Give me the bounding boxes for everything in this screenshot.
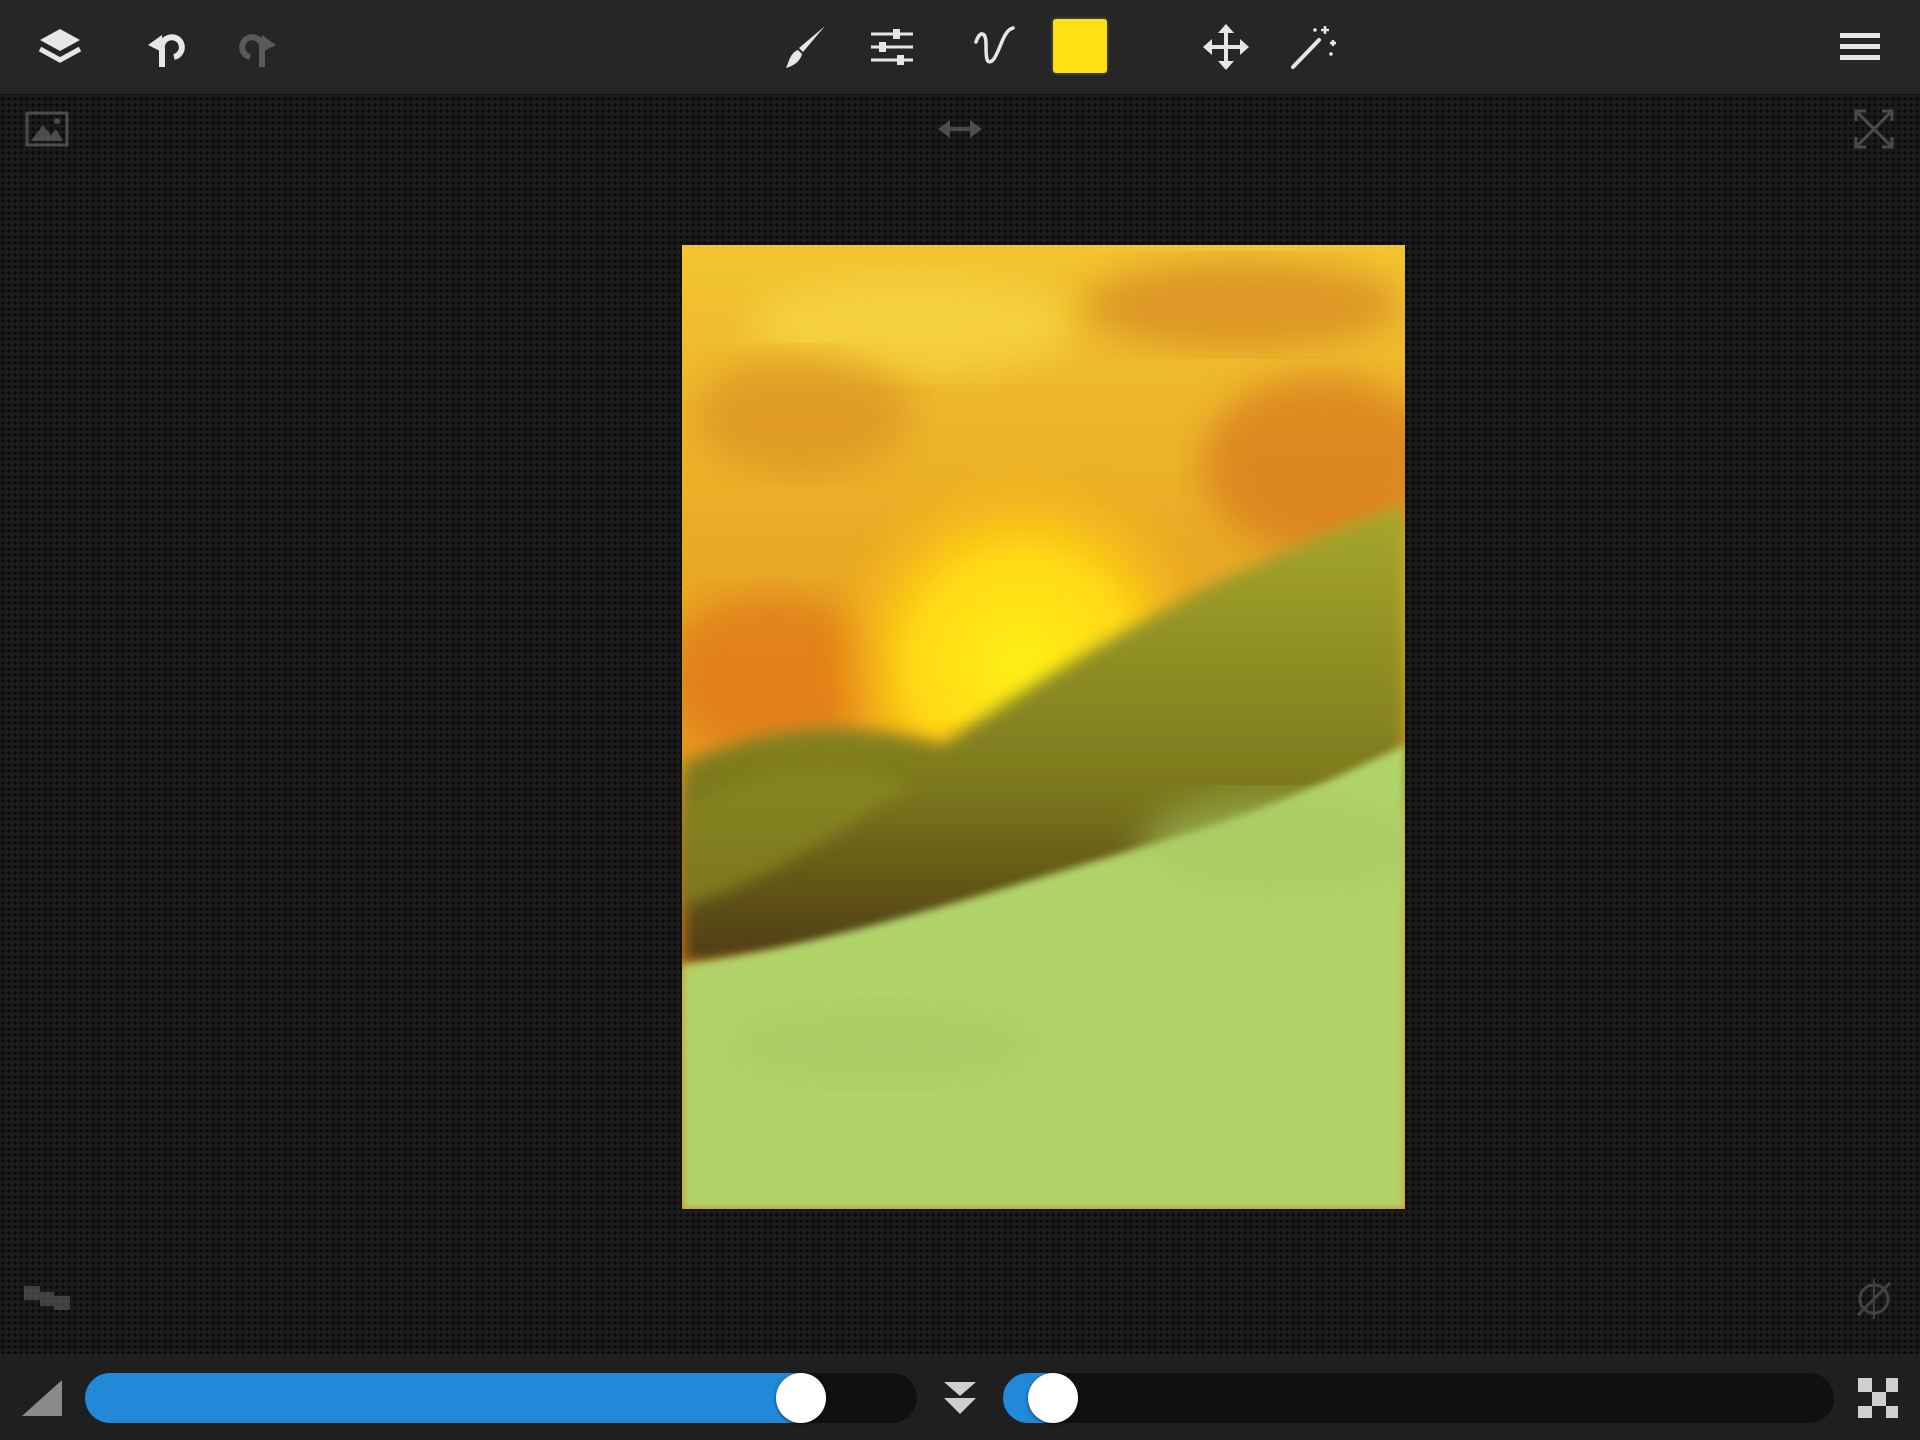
flip-horizontal-button[interactable] — [934, 107, 986, 151]
top-toolbar — [0, 0, 1920, 95]
brush-button[interactable] — [776, 17, 836, 77]
brush-size-slider[interactable] — [85, 1373, 917, 1423]
fullscreen-icon — [1854, 109, 1894, 149]
color-swatch[interactable] — [1051, 17, 1109, 75]
double-chevron-down-icon — [944, 1382, 976, 1414]
symmetry-icon — [1856, 1279, 1892, 1319]
magic-wand-icon — [1291, 26, 1336, 69]
merge-down-button[interactable] — [932, 1370, 988, 1426]
brush-size-fill — [85, 1373, 826, 1423]
move-icon — [1203, 24, 1249, 70]
redo-button[interactable] — [228, 17, 288, 77]
stroke-button[interactable] — [964, 17, 1024, 77]
brush-size-icon — [22, 1380, 62, 1416]
gallery-icon — [24, 1286, 70, 1310]
layers-button[interactable] — [30, 17, 90, 77]
bottom-bar — [0, 1354, 1920, 1440]
canvas-artwork — [682, 245, 1405, 1209]
flip-horizontal-icon — [938, 120, 982, 138]
opacity-slider[interactable] — [1003, 1373, 1834, 1423]
undo-button[interactable] — [136, 17, 196, 77]
brush-icon — [786, 26, 825, 68]
magic-wand-button[interactable] — [1282, 17, 1342, 77]
reference-image-button[interactable] — [21, 107, 73, 151]
reference-image-icon — [25, 111, 69, 147]
redo-icon — [239, 34, 276, 67]
brush-size-knob[interactable] — [775, 1373, 826, 1423]
opacity-knob[interactable] — [1027, 1373, 1078, 1423]
brush-settings-button[interactable] — [862, 17, 922, 77]
drawing-canvas[interactable] — [682, 245, 1405, 1209]
undo-icon — [148, 34, 185, 67]
brush-size-button[interactable] — [14, 1370, 70, 1426]
gallery-button[interactable] — [21, 1277, 73, 1321]
checkerboard-icon — [1858, 1378, 1898, 1418]
symmetry-button[interactable] — [1848, 1277, 1900, 1321]
fullscreen-button[interactable] — [1848, 107, 1900, 151]
stroke-icon — [974, 26, 1015, 64]
menu-icon — [1840, 33, 1880, 60]
brush-settings-icon — [871, 29, 913, 65]
layers-icon — [38, 29, 82, 63]
menu-button[interactable] — [1830, 17, 1890, 77]
move-button[interactable] — [1196, 17, 1256, 77]
transparency-button[interactable] — [1850, 1370, 1906, 1426]
